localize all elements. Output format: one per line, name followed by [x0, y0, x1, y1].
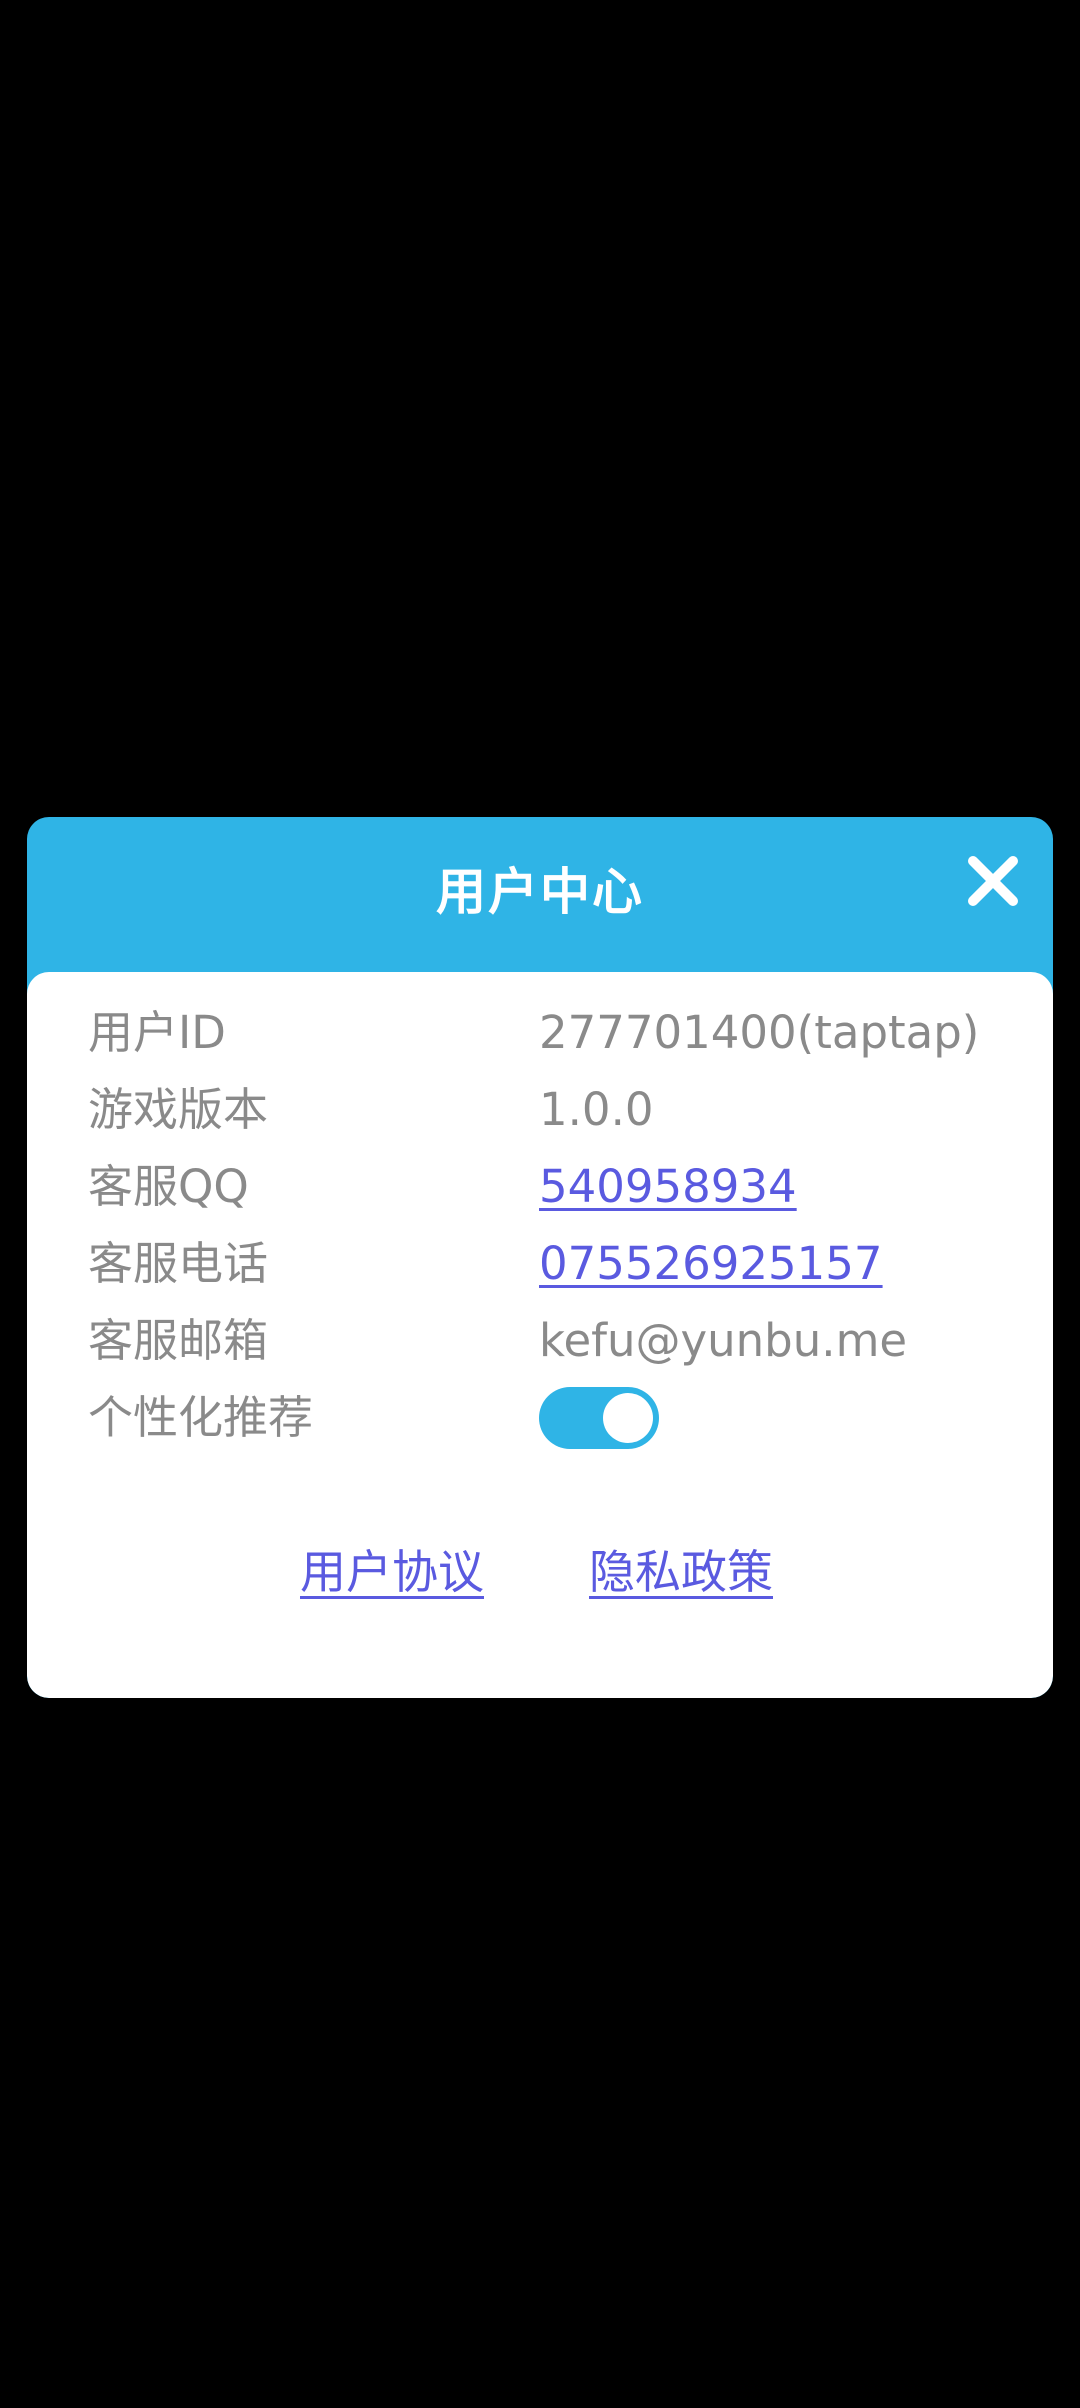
- user-id-value: 277701400(taptap): [539, 1006, 980, 1059]
- personalized-recommendation-toggle[interactable]: [539, 1387, 659, 1449]
- dialog-title: 用户中心: [436, 863, 644, 921]
- row-personalized-recommendation: 个性化推荐: [27, 1383, 1053, 1453]
- toggle-knob: [603, 1393, 653, 1443]
- personalized-recommendation-label: 个性化推荐: [88, 1391, 314, 1444]
- dialog-header: 用户中心: [27, 817, 1053, 975]
- row-service-phone: 客服电话 075526925157: [27, 1229, 1053, 1299]
- user-center-dialog: 用户中心 用户ID 277701400(taptap) 游戏版本 1.0.0 客…: [27, 817, 1053, 1698]
- service-email-value: kefu@yunbu.me: [539, 1314, 908, 1367]
- row-game-version: 游戏版本 1.0.0: [27, 1075, 1053, 1145]
- user-id-label: 用户ID: [88, 1006, 226, 1059]
- row-service-qq: 客服QQ 540958934: [27, 1152, 1053, 1222]
- service-phone-label: 客服电话: [88, 1237, 269, 1290]
- user-agreement-link[interactable]: 用户协议: [300, 1532, 484, 1612]
- row-service-email: 客服邮箱 kefu@yunbu.me: [27, 1306, 1053, 1376]
- service-qq-label: 客服QQ: [88, 1160, 249, 1213]
- close-icon: [968, 856, 1018, 906]
- service-phone-link[interactable]: 075526925157: [539, 1229, 883, 1299]
- close-button[interactable]: [965, 853, 1021, 909]
- screen: 用户中心 用户ID 277701400(taptap) 游戏版本 1.0.0 客…: [0, 0, 1080, 2408]
- game-version-label: 游戏版本: [88, 1083, 269, 1136]
- service-email-label: 客服邮箱: [88, 1314, 269, 1367]
- footer-links: 用户协议 隐私政策: [27, 1532, 1053, 1612]
- row-user-id: 用户ID 277701400(taptap): [27, 998, 1053, 1068]
- privacy-policy-link[interactable]: 隐私政策: [589, 1532, 773, 1612]
- dialog-body: 用户ID 277701400(taptap) 游戏版本 1.0.0 客服QQ 5…: [27, 972, 1053, 1698]
- service-qq-link[interactable]: 540958934: [539, 1152, 797, 1222]
- game-version-value: 1.0.0: [539, 1083, 654, 1136]
